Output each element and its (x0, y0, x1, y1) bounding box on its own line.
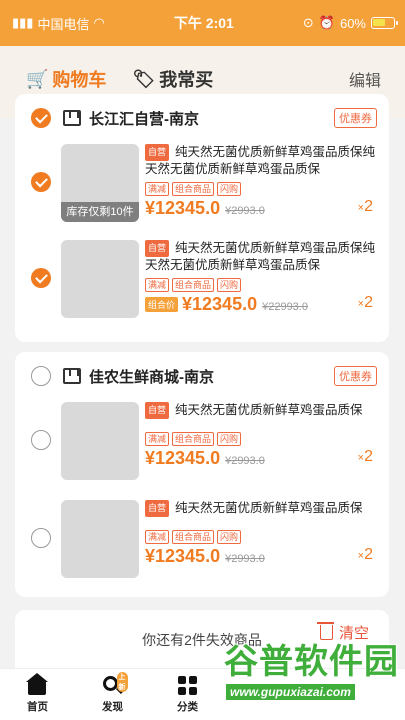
store-header: 长江汇自营-南京 优惠券 (15, 94, 389, 142)
price: ¥12345.0 (182, 294, 258, 314)
original-price: ¥2993.0 (225, 455, 265, 467)
grid-icon (177, 675, 198, 695)
quantity[interactable]: ×2 (358, 198, 373, 216)
tab-bought[interactable]: 🏷 我常买 (132, 66, 213, 92)
promo-tag: 满减 (145, 278, 170, 292)
item-checkbox[interactable] (31, 528, 51, 548)
price: ¥12345.0 (145, 546, 221, 566)
store-card: 长江汇自营-南京 优惠券 库存仅剩10件 自营 纯天然无菌优质新鲜草鸡蛋品质保纯天… (15, 94, 389, 342)
promo-tag: 闪购 (217, 278, 242, 292)
self-operated-tag: 自营 (145, 240, 170, 257)
nav-home[interactable]: 首页 (0, 669, 75, 720)
battery-percent: 60% (339, 15, 366, 31)
watermark: 谷普软件园 www.gupuxiazai.com (212, 634, 405, 720)
product-title[interactable]: 自营 纯天然无菌优质新鲜草鸡蛋品质保 (145, 500, 379, 517)
quantity[interactable]: ×2 (358, 294, 373, 312)
status-bar: ▮▮▮ 中国电信 ◠ 下午 2:01 ⊙ ⏰ 60% (0, 0, 405, 46)
watermark-title: 谷普软件园 (223, 642, 399, 682)
cart-item: 自营 纯天然无菌优质新鲜草鸡蛋品质保 满减 组合商品 闪购 ¥12345.0 ¥2… (15, 500, 389, 596)
store-checkbox[interactable] (31, 366, 51, 386)
cart-item: 库存仅剩10件 自营 纯天然无菌优质新鲜草鸡蛋品质保纯天然无菌优质新鲜草鸡蛋品质保… (15, 144, 389, 240)
item-checkbox[interactable] (31, 172, 51, 192)
product-image[interactable] (61, 240, 139, 318)
battery-icon (371, 17, 398, 29)
new-badge: 上新 (116, 671, 128, 692)
coupon-button[interactable]: 优惠券 (334, 108, 377, 128)
watermark-url: www.gupuxiazai.com (226, 684, 355, 700)
home-icon (25, 672, 48, 695)
item-checkbox[interactable] (31, 268, 51, 288)
edit-button[interactable]: 编辑 (349, 67, 381, 91)
tab-bought-label: 我常买 (159, 70, 214, 90)
cart-tabs: 🛒 购物车 🏷 我常买 编辑 (26, 64, 381, 94)
promo-tag: 满减 (145, 530, 170, 544)
signal-icon: ▮▮▮ (12, 15, 34, 30)
self-operated-tag: 自营 (145, 500, 170, 517)
product-title[interactable]: 自营 纯天然无菌优质新鲜草鸡蛋品质保 (145, 402, 379, 419)
promo-tag: 满减 (145, 182, 170, 196)
original-price: ¥2993.0 (225, 205, 265, 217)
promo-tag: 组合商品 (172, 278, 215, 292)
clock: 下午 2:01 (173, 15, 234, 31)
product-image[interactable] (61, 500, 139, 578)
product-title[interactable]: 自营 纯天然无菌优质新鲜草鸡蛋品质保纯天然无菌优质新鲜草鸡蛋品质保 (145, 240, 379, 274)
store-card: 佳农生鲜商城-南京 优惠券 自营 纯天然无菌优质新鲜草鸡蛋品质保 满减 组合商品 … (15, 352, 389, 597)
cart-icon: 🛒 (26, 68, 49, 89)
coupon-button[interactable]: 优惠券 (334, 366, 377, 386)
lock-rotation-icon: ⊙ (302, 15, 314, 30)
stock-notice: 库存仅剩10件 (61, 202, 139, 222)
store-checkbox[interactable] (31, 108, 51, 128)
quantity[interactable]: ×2 (358, 546, 373, 564)
promo-tag: 组合商品 (172, 432, 215, 446)
self-operated-tag: 自营 (145, 402, 170, 419)
original-price: ¥2993.0 (225, 553, 265, 565)
tab-cart[interactable]: 🛒 购物车 (26, 66, 106, 92)
promo-tag: 闪购 (217, 432, 242, 446)
store-icon (63, 368, 81, 384)
promo-tag: 满减 (145, 432, 170, 446)
promo-tag: 闪购 (217, 182, 242, 196)
original-price: ¥22993.0 (262, 301, 308, 313)
store-name[interactable]: 佳农生鲜商城-南京 (89, 366, 214, 387)
combo-price-tag: 组合价 (145, 297, 179, 312)
store-header: 佳农生鲜商城-南京 优惠券 (15, 352, 389, 400)
cart-item: 自营 纯天然无菌优质新鲜草鸡蛋品质保纯天然无菌优质新鲜草鸡蛋品质保 满减 组合商品… (15, 240, 389, 336)
product-image[interactable]: 库存仅剩10件 (61, 144, 139, 222)
promo-tag: 组合商品 (172, 530, 215, 544)
nav-home-label: 首页 (27, 700, 48, 713)
store-name[interactable]: 长江汇自营-南京 (89, 108, 199, 129)
wifi-icon: ◠ (93, 15, 105, 30)
tab-cart-label: 购物车 (52, 70, 107, 90)
nav-category-label: 分类 (177, 700, 198, 713)
promo-tag: 闪购 (217, 530, 242, 544)
price: ¥12345.0 (145, 448, 221, 468)
quantity[interactable]: ×2 (358, 448, 373, 466)
tag-icon: 🏷 (132, 68, 156, 89)
promo-tag: 组合商品 (172, 182, 215, 196)
product-title[interactable]: 自营 纯天然无菌优质新鲜草鸡蛋品质保纯天然无菌优质新鲜草鸡蛋品质保 (145, 144, 379, 178)
alarm-icon: ⏰ (318, 15, 335, 30)
price: ¥12345.0 (145, 198, 221, 218)
item-checkbox[interactable] (31, 430, 51, 450)
nav-discover[interactable]: 上新 发现 (75, 669, 150, 720)
nav-discover-label: 发现 (102, 700, 123, 713)
search-icon (102, 675, 118, 691)
store-icon (63, 110, 81, 126)
cart-item: 自营 纯天然无菌优质新鲜草鸡蛋品质保 满减 组合商品 闪购 ¥12345.0 ¥2… (15, 402, 389, 498)
self-operated-tag: 自营 (145, 144, 170, 161)
carrier-label: 中国电信 (37, 16, 90, 32)
product-image[interactable] (61, 402, 139, 480)
